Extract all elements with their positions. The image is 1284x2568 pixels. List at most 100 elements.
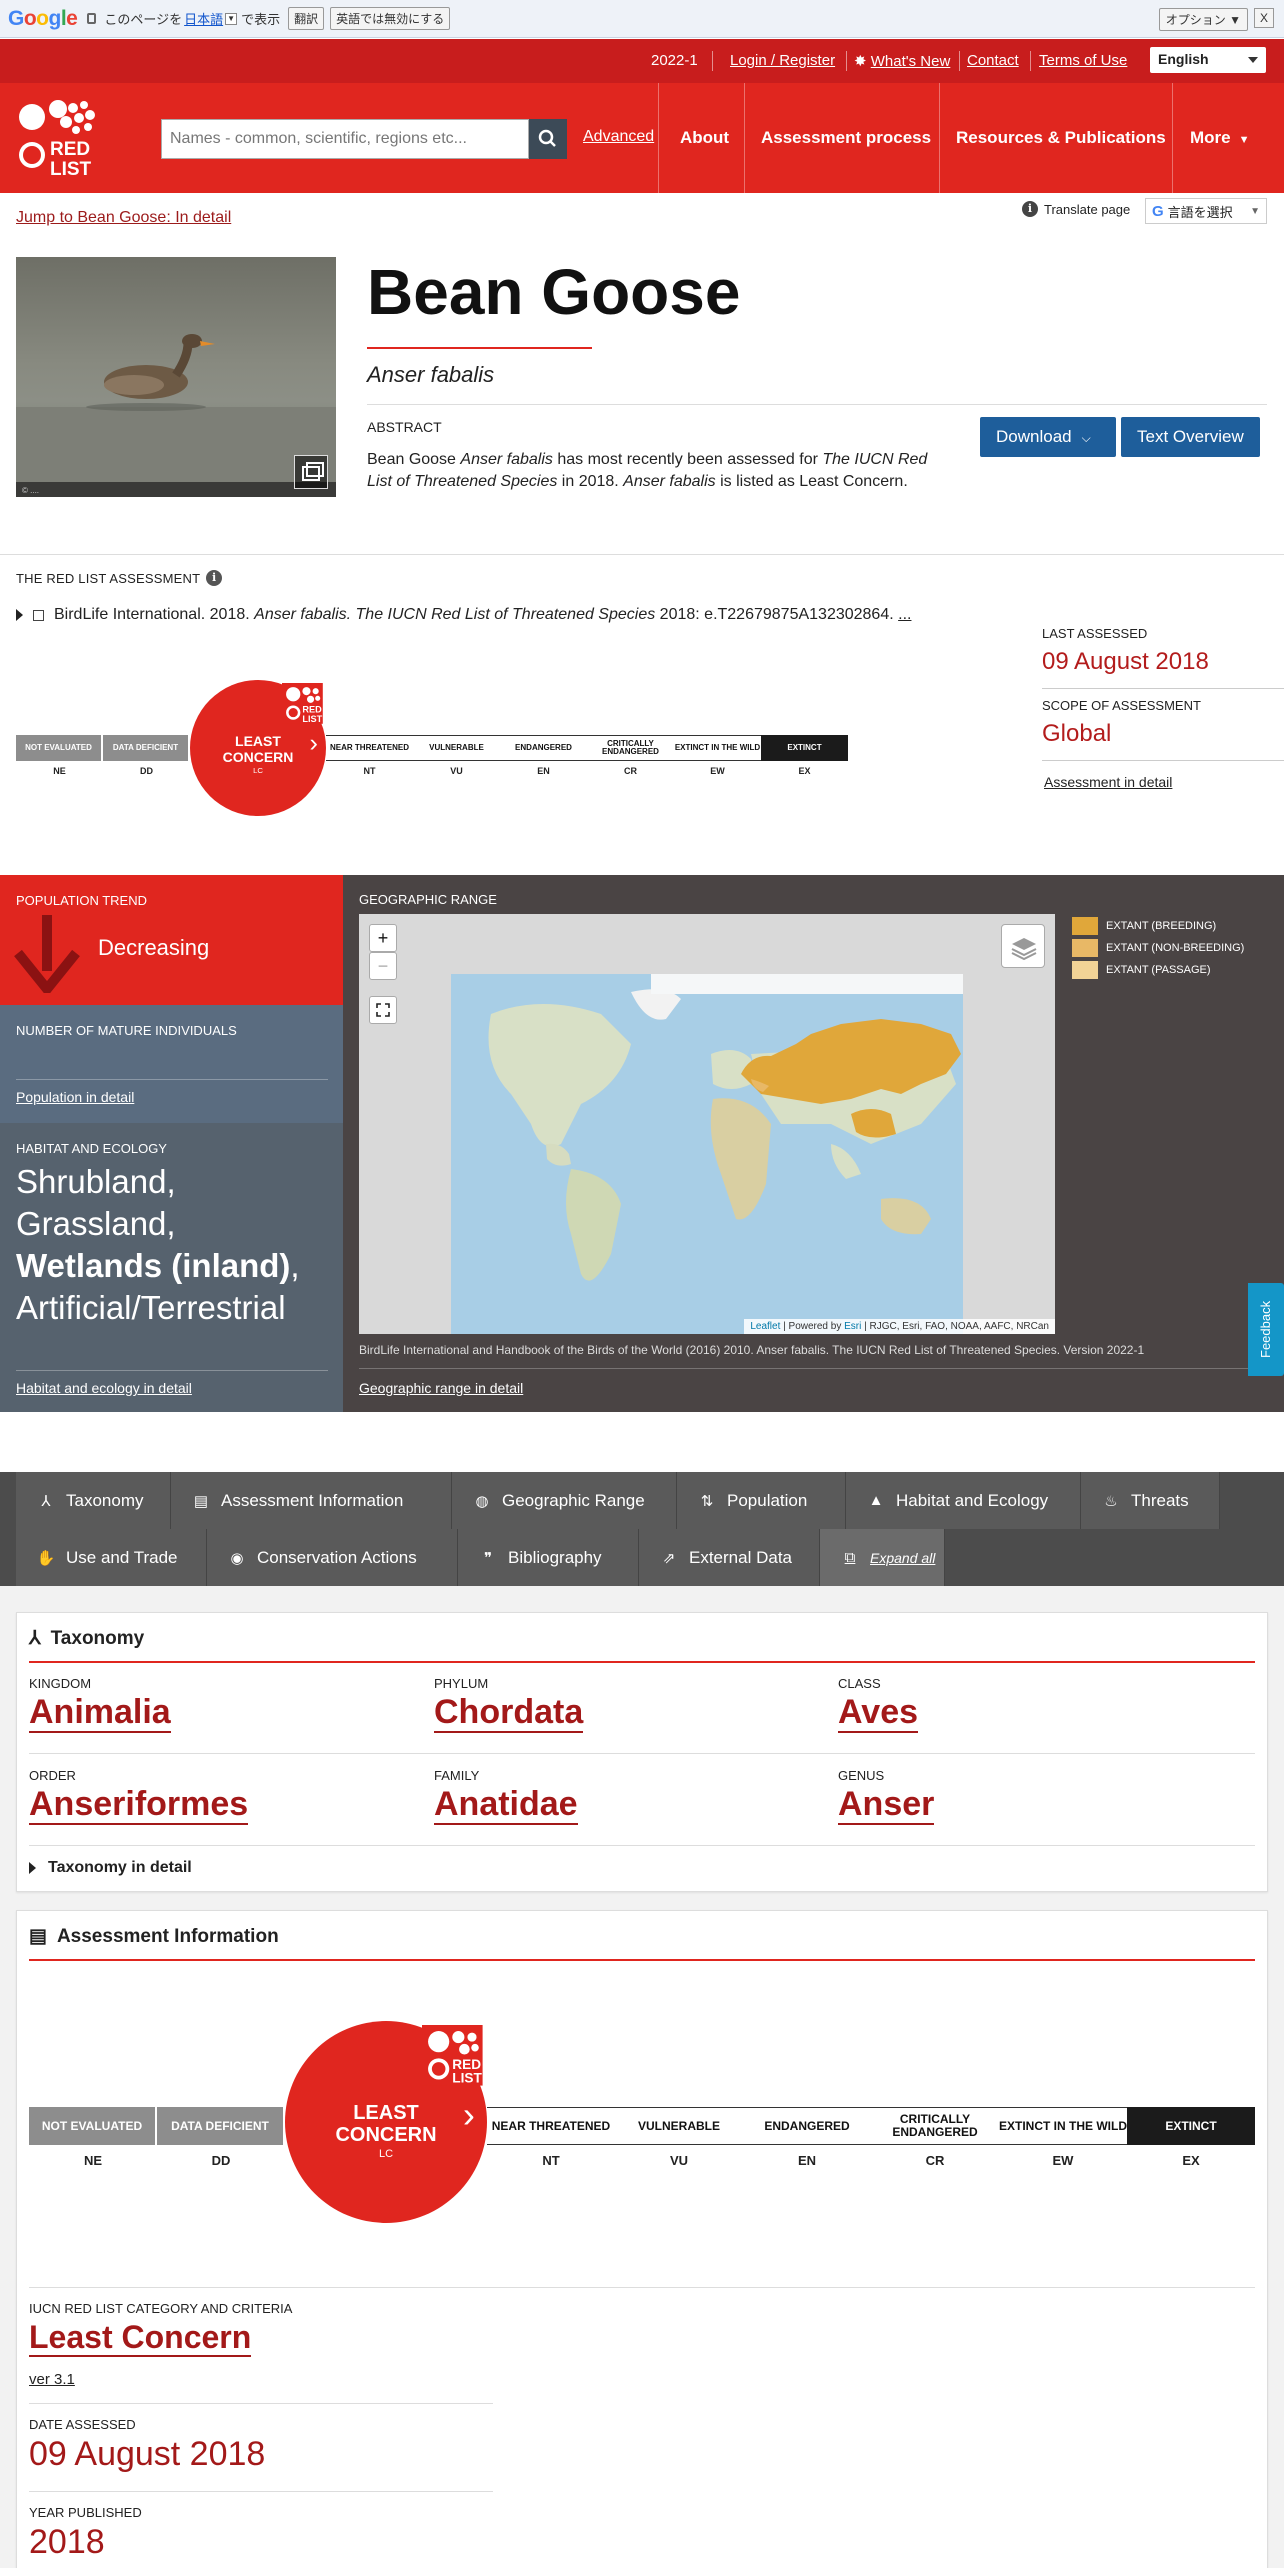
tab-use-and-trade[interactable]: ✋ Use and Trade: [16, 1529, 207, 1586]
translate-page: i Translate page: [1022, 201, 1130, 217]
translate-prefix: このページを: [104, 12, 183, 27]
translate-options-button[interactable]: オプション ▼: [1158, 8, 1248, 31]
category-nt[interactable]: NEAR THREATENED: [326, 735, 413, 761]
iucn-red-list-logo[interactable]: RED LIST: [18, 97, 110, 181]
genus-value[interactable]: Anser: [838, 1785, 935, 1825]
category-en[interactable]: ENDANGERED: [743, 2107, 871, 2145]
population-detail-link[interactable]: Population in detail: [16, 1089, 134, 1105]
tab-bibliography[interactable]: ❞ Bibliography: [458, 1529, 639, 1586]
geographic-range-detail-link[interactable]: Geographic range in detail: [359, 1380, 523, 1396]
tab-geographic-range[interactable]: ◍ Geographic Range: [452, 1472, 677, 1529]
category-ew[interactable]: EXTINCT IN THE WILD: [674, 735, 761, 761]
layers-button[interactable]: [1001, 924, 1045, 968]
leaflet-link[interactable]: Leaflet: [750, 1321, 780, 1332]
translate-language-link[interactable]: 日本語: [184, 9, 223, 28]
family-value[interactable]: Anatidae: [434, 1785, 578, 1825]
tab-habitat-ecology[interactable]: ▲ Habitat and Ecology: [846, 1472, 1081, 1529]
world-map[interactable]: [451, 974, 963, 1334]
kingdom-value[interactable]: Animalia: [29, 1693, 171, 1733]
tab-assessment-information[interactable]: ▤ Assessment Information: [171, 1472, 452, 1529]
lc-abbr: LC: [378, 2147, 394, 2160]
range-map[interactable]: + − Leaflet | Powered by Esri | RJGC, Es…: [359, 914, 1055, 1334]
least-concern-badge[interactable]: LEAST CONCERN LC › RED LIST: [285, 2021, 487, 2223]
whats-new-link[interactable]: ✸ What's New: [854, 52, 950, 70]
zoom-in-button[interactable]: +: [369, 924, 397, 952]
nav-resources[interactable]: Resources & Publications: [956, 128, 1166, 148]
mature-individuals-box: NUMBER OF MATURE INDIVIDUALS Population …: [0, 1005, 343, 1123]
habitat-detail-link[interactable]: Habitat and ecology in detail: [16, 1380, 192, 1396]
contact-link[interactable]: Contact: [967, 52, 1019, 69]
order-value[interactable]: Anseriformes: [29, 1785, 249, 1825]
info-icon[interactable]: i: [1022, 201, 1038, 217]
nav-assessment-process[interactable]: Assessment process: [761, 128, 931, 148]
jump-to-detail-link[interactable]: Jump to Bean Goose: In detail: [16, 209, 231, 227]
version-link[interactable]: ver 3.1: [29, 2371, 75, 2388]
translate-button[interactable]: 翻訳: [288, 7, 325, 30]
language-dropdown-icon[interactable]: ▼: [225, 12, 238, 25]
category-dd[interactable]: DATA DEFICIENT: [157, 2107, 285, 2145]
category-vu[interactable]: VULNERABLE: [413, 735, 500, 761]
info-icon[interactable]: i: [206, 570, 223, 586]
tab-population[interactable]: ⇅ Population: [677, 1472, 846, 1529]
category-ew[interactable]: EXTINCT IN THE WILD: [999, 2107, 1127, 2145]
gallery-icon[interactable]: [294, 455, 328, 489]
esri-link[interactable]: Esri: [844, 1321, 861, 1332]
expand-all-button[interactable]: ⧉ Expand all: [820, 1529, 945, 1586]
tab-external-data[interactable]: ⇗ External Data: [639, 1529, 820, 1586]
copy-icon[interactable]: [33, 609, 44, 621]
assessment-detail-link[interactable]: Assessment in detail: [1044, 774, 1172, 790]
translate-close-button[interactable]: X: [1254, 8, 1274, 28]
category-vu[interactable]: VULNERABLE: [615, 2107, 743, 2145]
search-input[interactable]: Names - common, scientific, regions etc.…: [161, 119, 529, 159]
scope-label: SCOPE OF ASSESSMENT: [1042, 698, 1201, 713]
sort-arrows-icon: ⇅: [700, 1492, 714, 1510]
zoom-out-button[interactable]: −: [369, 952, 397, 980]
disable-translate-button[interactable]: 英語では無効にする: [330, 7, 451, 30]
download-button[interactable]: Download ⌵: [980, 417, 1116, 457]
category-ne[interactable]: NOT EVALUATED: [29, 2107, 157, 2145]
terms-link[interactable]: Terms of Use: [1039, 52, 1127, 69]
language-select[interactable]: English: [1150, 47, 1266, 73]
login-link[interactable]: Login / Register: [730, 52, 835, 69]
least-concern-badge[interactable]: LEAST CONCERN LC › RED LIST: [190, 680, 326, 816]
advanced-search-link[interactable]: Advanced: [583, 128, 654, 146]
class-value[interactable]: Aves: [838, 1693, 919, 1733]
class-label: CLASS: [838, 1676, 881, 1691]
taxonomy-detail-toggle[interactable]: Taxonomy in detail: [29, 1859, 192, 1877]
search-button[interactable]: [529, 119, 567, 159]
goose-image: © ....: [16, 334, 336, 497]
category-ne[interactable]: NOT EVALUATED: [16, 735, 103, 761]
expand-triangle-icon[interactable]: [16, 609, 23, 621]
tab-conservation-actions[interactable]: ◉ Conservation Actions: [207, 1529, 458, 1586]
legend-swatch: [1072, 939, 1098, 957]
category-nt[interactable]: NEAR THREATENED: [487, 2107, 615, 2145]
genus-label: GENUS: [838, 1768, 885, 1783]
population-trend-label: POPULATION TREND: [16, 893, 147, 908]
assessment-citation[interactable]: BirdLife International. 2018. Anser faba…: [16, 606, 911, 624]
habitat-values: Shrubland, Grassland, Wetlands (inland),…: [16, 1163, 300, 1326]
google-language-select[interactable]: G 言語を選択 ▼: [1145, 198, 1267, 224]
lock-icon: [87, 13, 97, 24]
tab-threats[interactable]: ♨ Threats: [1081, 1472, 1220, 1529]
category-cr[interactable]: CRITICALLY ENDANGERED: [871, 2107, 999, 2145]
category-ex[interactable]: EXTINCT: [1127, 2107, 1255, 2145]
tab-taxonomy[interactable]: ⅄ Taxonomy: [16, 1472, 171, 1529]
category-abbr-vu: VU: [450, 766, 463, 776]
category-abbr-ne: NE: [53, 766, 66, 776]
category-ex[interactable]: EXTINCT: [761, 735, 848, 761]
category-value[interactable]: Least Concern: [29, 2319, 252, 2357]
nav-more[interactable]: More ▼: [1190, 128, 1250, 148]
species-photo[interactable]: © ....: [16, 257, 336, 497]
fullscreen-button[interactable]: [369, 996, 397, 1024]
taxonomy-card: ⅄ Taxonomy KINGDOM Animalia PHYLUM Chorda…: [16, 1612, 1268, 1892]
category-cr[interactable]: CRITICALLY ENDANGERED: [587, 735, 674, 761]
scope-value: Global: [1042, 720, 1112, 747]
nav-about[interactable]: About: [680, 128, 729, 148]
expand-icon: ⧉: [844, 1549, 856, 1566]
category-en[interactable]: ENDANGERED: [500, 735, 587, 761]
phylum-value[interactable]: Chordata: [434, 1693, 584, 1733]
category-dd[interactable]: DATA DEFICIENT: [103, 735, 190, 761]
abstract-label: ABSTRACT: [367, 419, 442, 435]
text-overview-button[interactable]: Text Overview: [1121, 417, 1260, 457]
feedback-tab[interactable]: Feedback: [1248, 1283, 1284, 1376]
